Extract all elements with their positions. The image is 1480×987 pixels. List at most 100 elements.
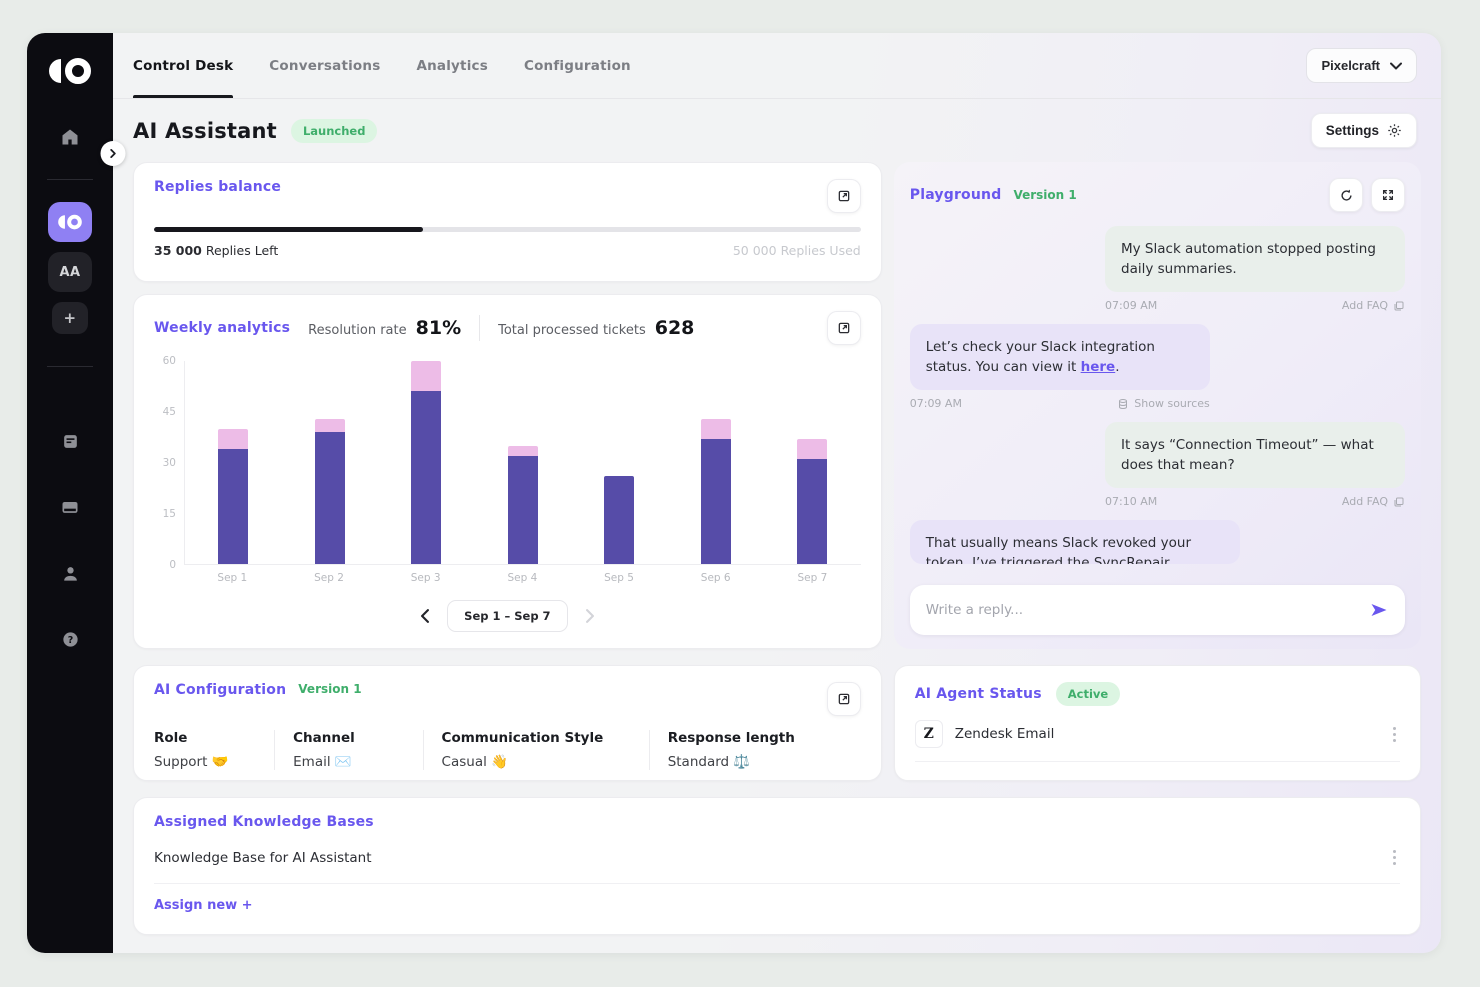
assign-new-button[interactable]: Assign new +: [154, 898, 253, 913]
home-icon: [60, 127, 80, 147]
launched-badge: Launched: [291, 119, 378, 143]
bar-segment-pink: [701, 419, 731, 439]
x-tick-label: Sep 3: [377, 572, 474, 584]
replies-progress-fill: [154, 227, 423, 232]
weekly-analytics-card: Weekly analytics Resolution rate 81% Tot…: [133, 294, 882, 649]
here-link[interactable]: here: [1081, 359, 1116, 375]
ai-agent-status-title: AI Agent Status: [915, 686, 1042, 702]
workspace-name: Pixelcraft: [1321, 58, 1380, 73]
tab-analytics[interactable]: Analytics: [416, 33, 488, 98]
sidebar-billing-button[interactable]: [48, 487, 92, 527]
resolution-rate-value: 81%: [416, 317, 461, 339]
ai-configuration-title: AI Configuration: [154, 682, 286, 698]
y-tick-label: 60: [163, 355, 176, 367]
playground-refresh-button[interactable]: [1329, 178, 1363, 212]
sidebar-workspace-aa[interactable]: AA: [48, 252, 92, 292]
bar-group: [571, 361, 668, 564]
playground-panel: Playground Version 1: [894, 162, 1421, 649]
bar-segment-pink: [315, 419, 345, 433]
sources-stack-icon: [1117, 398, 1129, 410]
chat-message-user: It says “Connection Timeout” — what does…: [1105, 422, 1405, 508]
send-icon: [1369, 601, 1389, 619]
knowledge-base-menu-button[interactable]: [1389, 846, 1400, 869]
settings-button[interactable]: Settings: [1311, 113, 1417, 148]
knowledge-bases-card: Assigned Knowledge Bases Knowledge Base …: [133, 797, 1421, 935]
bar-group: [475, 361, 572, 564]
chevron-down-icon: [1390, 62, 1402, 70]
sidebar-help-button[interactable]: ?: [48, 619, 92, 659]
send-button[interactable]: [1369, 601, 1389, 619]
workspace-selector[interactable]: Pixelcraft: [1306, 48, 1417, 83]
tab-conversations[interactable]: Conversations: [269, 33, 380, 98]
message-bubble: My Slack automation stopped posting dail…: [1105, 226, 1405, 292]
sidebar-add-workspace-button[interactable]: +: [52, 302, 88, 334]
user-icon: [61, 564, 80, 583]
x-tick-label: Sep 6: [667, 572, 764, 584]
weekly-analytics-title: Weekly analytics: [154, 320, 290, 336]
message-time: 07:09 AM: [1105, 299, 1157, 312]
add-faq-button[interactable]: Add FAQ: [1342, 299, 1405, 312]
config-label: Channel: [293, 730, 408, 746]
replies-balance-card: Replies balance: [133, 162, 882, 282]
chevron-right-icon: [109, 149, 118, 158]
envelope-emoji: ✉️: [335, 754, 352, 770]
sidebar-documents-button[interactable]: [48, 421, 92, 461]
sidebar-expand-button[interactable]: [101, 141, 126, 166]
stat-divider: [479, 315, 480, 341]
reply-input-bar: [910, 585, 1405, 635]
tab-configuration[interactable]: Configuration: [524, 33, 631, 98]
replies-left-label: 35 000 Replies Left: [154, 243, 278, 258]
pager-date-range[interactable]: Sep 1 – Sep 7: [447, 600, 567, 632]
add-faq-button[interactable]: Add FAQ: [1342, 495, 1405, 508]
integration-menu-button[interactable]: [1389, 723, 1400, 746]
bar-segment-pink: [218, 429, 248, 449]
bar-segment-purple: [508, 456, 538, 564]
sidebar-account-button[interactable]: [48, 553, 92, 593]
config-field-role: Role Support 🤝: [154, 730, 274, 770]
pager-next-button[interactable]: [584, 609, 596, 623]
bars: [185, 361, 861, 564]
replies-balance-open-button[interactable]: [827, 179, 861, 213]
page-header: AI Assistant Launched Settings: [113, 99, 1441, 160]
bar-segment-pink: [797, 439, 827, 459]
ai-configuration-open-button[interactable]: [827, 682, 861, 716]
tickets-label: Total processed tickets: [498, 323, 646, 338]
sidebar-home-button[interactable]: [48, 117, 92, 157]
integration-name: Zendesk Email: [955, 726, 1055, 742]
replies-balance-title: Replies balance: [154, 179, 281, 195]
message-bubble: That usually means Slack revoked your to…: [910, 520, 1240, 564]
bar-segment-pink: [411, 361, 441, 391]
playground-expand-button[interactable]: [1371, 178, 1405, 212]
weekly-analytics-open-button[interactable]: [827, 311, 861, 345]
weekly-bar-chart: 015304560: [154, 361, 861, 565]
reply-input[interactable]: [926, 602, 1359, 618]
tab-control-desk[interactable]: Control Desk: [133, 33, 233, 98]
sidebar-workspace-pixelcraft[interactable]: [48, 202, 92, 242]
pixelcraft-logo-icon: [57, 213, 83, 231]
chat-message-assistant: Let’s check your Slack integration statu…: [910, 324, 1210, 410]
knowledge-base-row: Knowledge Base for AI Assistant: [154, 846, 1400, 884]
document-icon: [61, 432, 80, 451]
add-faq-icon: [1393, 496, 1405, 508]
chat-messages: My Slack automation stopped posting dail…: [910, 226, 1405, 585]
pager-prev-button[interactable]: [419, 609, 431, 623]
refresh-icon: [1339, 188, 1354, 203]
chart-plot-area: [184, 361, 861, 565]
chart-y-axis: 015304560: [154, 361, 184, 565]
scales-emoji: ⚖️: [733, 754, 750, 770]
config-label: Role: [154, 730, 260, 746]
page-title: AI Assistant: [133, 119, 277, 143]
tickets-value: 628: [655, 317, 695, 339]
ai-agent-status-card: AI Agent Status Active Z Zendesk Email: [894, 665, 1421, 781]
playground-version: Version 1: [1013, 188, 1076, 202]
knowledge-base-name: Knowledge Base for AI Assistant: [154, 850, 372, 866]
playground-title: Playground: [910, 187, 1002, 203]
show-sources-button[interactable]: Show sources: [1117, 397, 1209, 410]
bar-segment-purple: [797, 459, 827, 564]
message-bubble: It says “Connection Timeout” — what does…: [1105, 422, 1405, 488]
wave-emoji: 👋: [491, 754, 508, 770]
x-tick-label: Sep 4: [474, 572, 571, 584]
x-tick-label: Sep 2: [281, 572, 378, 584]
replies-used-value: 50 000: [733, 243, 777, 258]
billing-card-icon: [60, 497, 80, 517]
